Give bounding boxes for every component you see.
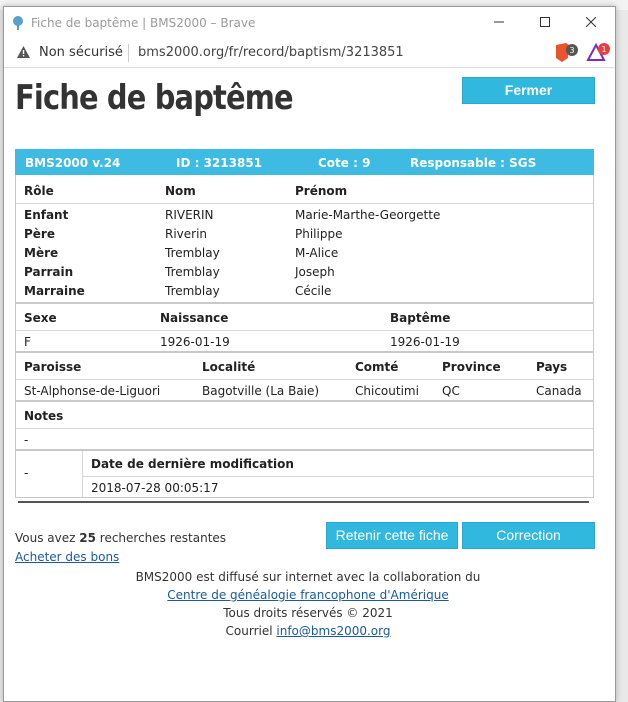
window-title: Fiche de baptême | BMS2000 – Brave (31, 16, 256, 30)
col-nom: Nom (165, 184, 196, 198)
col-bapteme: Baptême (390, 311, 451, 325)
brave-shield-icon[interactable]: 3 (553, 42, 579, 64)
notes-value: - (24, 433, 29, 447)
col-localite: Localité (202, 360, 256, 374)
page-content: Fiche de baptême Fermer BMS2000 v.24 ID … (4, 68, 615, 701)
maximize-icon (540, 17, 550, 27)
minimize-button[interactable] (476, 11, 522, 35)
url-text[interactable]: bms2000.org/fr/record/baptism/3213851 (138, 45, 404, 60)
record-id: ID : 3213851 (176, 156, 263, 170)
separator (128, 44, 129, 62)
footer-collab: BMS2000 est diffusé sur internet avec la… (135, 570, 481, 584)
role-cell: Marraine (24, 284, 85, 298)
maximize-button[interactable] (522, 11, 568, 35)
notes-label: Notes (24, 409, 64, 423)
birth-header-row: Sexe Naissance Baptême (16, 302, 593, 331)
remaining-count: 25 (79, 531, 96, 545)
modification-section: - Date de dernière modification 2018-07-… (16, 449, 593, 497)
title-bar: Fiche de baptême | BMS2000 – Brave (4, 7, 615, 39)
close-icon (585, 16, 597, 28)
remaining-searches: Vous avez 25 recherches restantes (15, 531, 226, 545)
bat-count: 1 (601, 45, 606, 54)
col-province: Province (442, 360, 501, 374)
retain-record-button[interactable]: Retenir cette fiche (326, 522, 458, 549)
table-row: Mère Tremblay M-Alice (16, 246, 593, 265)
prenom-cell: M-Alice (295, 246, 339, 260)
role-cell: Enfant (24, 208, 69, 222)
modif-left-value: - (24, 466, 29, 480)
footer-rights: Tous droits réservés © 2021 (223, 606, 393, 620)
popup-window: Fiche de baptême | BMS2000 – Brave Non s… (3, 6, 616, 702)
column-divider (82, 451, 83, 497)
cgfa-link[interactable]: Centre de généalogie francophone d'Améri… (167, 588, 448, 602)
place-header-row: Paroisse Localité Comté Province Pays (16, 351, 593, 380)
col-sexe: Sexe (24, 311, 57, 325)
divider-line (18, 501, 589, 503)
col-role: Rôle (24, 184, 54, 198)
paroisse-value: St-Alphonse-de-Liguori (24, 384, 161, 398)
table-row: Enfant RIVERIN Marie-Marthe-Georgette (16, 208, 593, 227)
table-row: Marraine Tremblay Cécile (16, 284, 593, 303)
persons-body: Enfant RIVERIN Marie-Marthe-Georgette Pè… (16, 204, 593, 302)
col-prenom: Prénom (295, 184, 348, 198)
notes-header-row: Notes (16, 400, 593, 429)
remaining-suffix: recherches restantes (95, 531, 227, 545)
correction-button[interactable]: Correction (462, 522, 595, 549)
nom-cell: Tremblay (165, 246, 220, 260)
footer-link-row: Centre de généalogie francophone d'Améri… (4, 588, 612, 602)
bat-rewards-icon[interactable]: 1 (586, 42, 612, 64)
prenom-cell: Marie-Marthe-Georgette (295, 208, 441, 222)
prenom-cell: Joseph (295, 265, 335, 279)
nom-cell: Riverin (165, 227, 208, 241)
prenom-cell: Cécile (295, 284, 332, 298)
role-cell: Parrain (24, 265, 74, 279)
naissance-value: 1926-01-19 (160, 335, 230, 349)
col-paroisse: Paroisse (24, 360, 82, 374)
record-card: BMS2000 v.24 ID : 3213851 Cote : 9 Respo… (15, 149, 594, 498)
prenom-cell: Philippe (295, 227, 343, 241)
shield-count: 3 (569, 46, 574, 55)
modif-header: Date de dernière modification (91, 457, 294, 471)
footer-mail-row: Courriel info@bms2000.org (4, 624, 612, 638)
bapteme-value: 1926-01-19 (390, 335, 460, 349)
notes-value-row: - (16, 429, 593, 449)
pays-value: Canada (536, 384, 582, 398)
warning-icon[interactable] (16, 45, 31, 59)
col-pays: Pays (536, 360, 568, 374)
role-cell: Père (24, 227, 55, 241)
province-value: QC (442, 384, 460, 398)
localite-value: Bagotville (La Baie) (202, 384, 320, 398)
table-row: Père Riverin Philippe (16, 227, 593, 246)
persons-header-row: Rôle Nom Prénom (16, 175, 593, 204)
sexe-value: F (24, 335, 31, 349)
place-values-row: St-Alphonse-de-Liguori Bagotville (La Ba… (16, 380, 593, 400)
version-label: BMS2000 v.24 (25, 156, 121, 170)
remaining-prefix: Vous avez (15, 531, 80, 545)
role-cell: Mère (24, 246, 59, 260)
comte-value: Chicoutimi (355, 384, 419, 398)
record-header: BMS2000 v.24 ID : 3213851 Cote : 9 Respo… (15, 149, 594, 175)
table-row: Parrain Tremblay Joseph (16, 265, 593, 284)
minimize-icon (494, 21, 504, 23)
modif-date: 2018-07-28 00:05:17 (91, 481, 219, 495)
close-button[interactable]: Fermer (462, 77, 595, 104)
close-window-button[interactable] (568, 11, 614, 35)
birth-values-row: F 1926-01-19 1926-01-19 (16, 331, 593, 351)
tree-icon (13, 16, 23, 30)
security-status[interactable]: Non sécurisé (39, 45, 123, 60)
row-divider (83, 476, 593, 477)
nom-cell: RIVERIN (165, 208, 214, 222)
cote-label: Cote : 9 (318, 156, 371, 170)
col-naissance: Naissance (160, 311, 229, 325)
record-table: Rôle Nom Prénom Enfant RIVERIN Marie-Mar… (15, 175, 594, 498)
col-comte: Comté (355, 360, 399, 374)
email-link[interactable]: info@bms2000.org (276, 624, 390, 638)
responsable-label: Responsable : SGS (410, 156, 537, 170)
address-bar[interactable]: Non sécurisé bms2000.org/fr/record/bapti… (4, 39, 615, 68)
buy-link[interactable]: Acheter des bons (15, 550, 119, 564)
nom-cell: Tremblay (165, 284, 220, 298)
mail-prefix: Courriel (225, 624, 277, 638)
nom-cell: Tremblay (165, 265, 220, 279)
page-title: Fiche de baptême (15, 78, 294, 118)
